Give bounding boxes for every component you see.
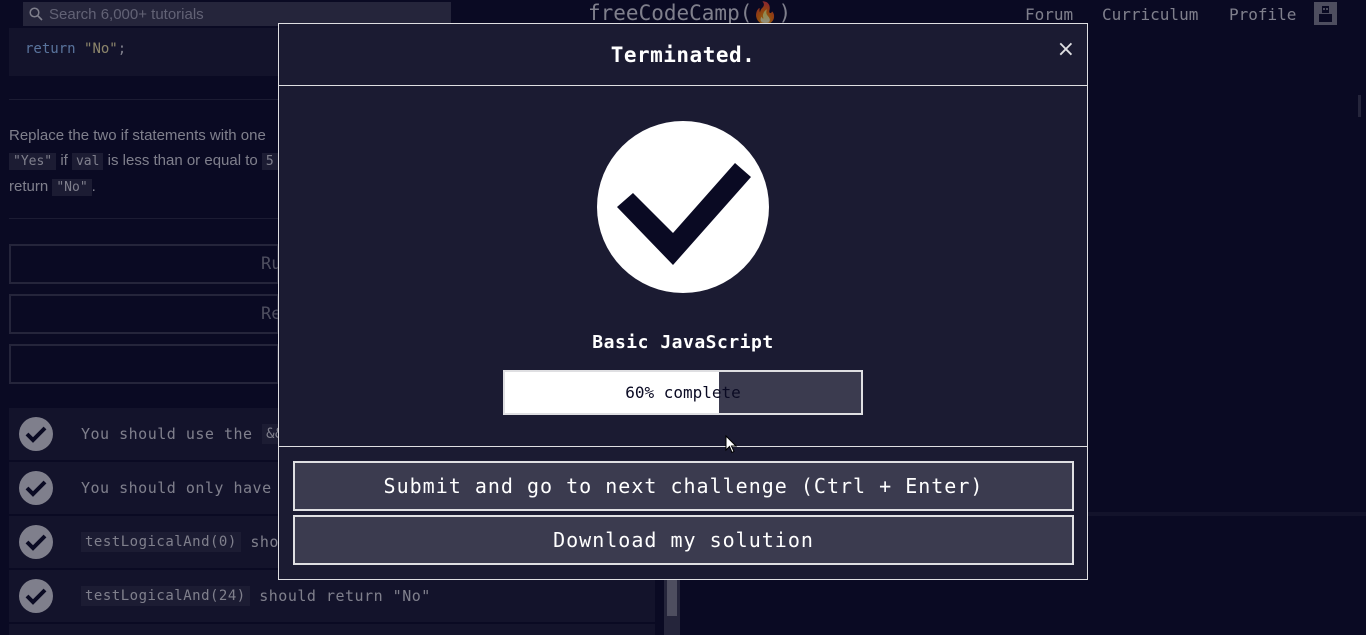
modal-title: Terminated. — [610, 42, 756, 67]
close-icon[interactable]: × — [1057, 38, 1075, 62]
completion-modal: Terminated. × Basic JavaScript 60% compl… — [278, 23, 1088, 580]
modal-header: Terminated. × — [279, 24, 1087, 86]
success-check-icon — [597, 121, 769, 293]
download-solution-button[interactable]: Download my solution — [293, 515, 1074, 565]
submit-next-button[interactable]: Submit and go to next challenge (Ctrl + … — [293, 461, 1074, 511]
progress-text: 60% complete — [625, 383, 741, 402]
divider — [279, 446, 1087, 447]
block-name: Basic JavaScript — [592, 332, 774, 353]
progress-bar: 60% complete — [503, 370, 863, 415]
mouse-cursor-icon — [725, 435, 737, 454]
